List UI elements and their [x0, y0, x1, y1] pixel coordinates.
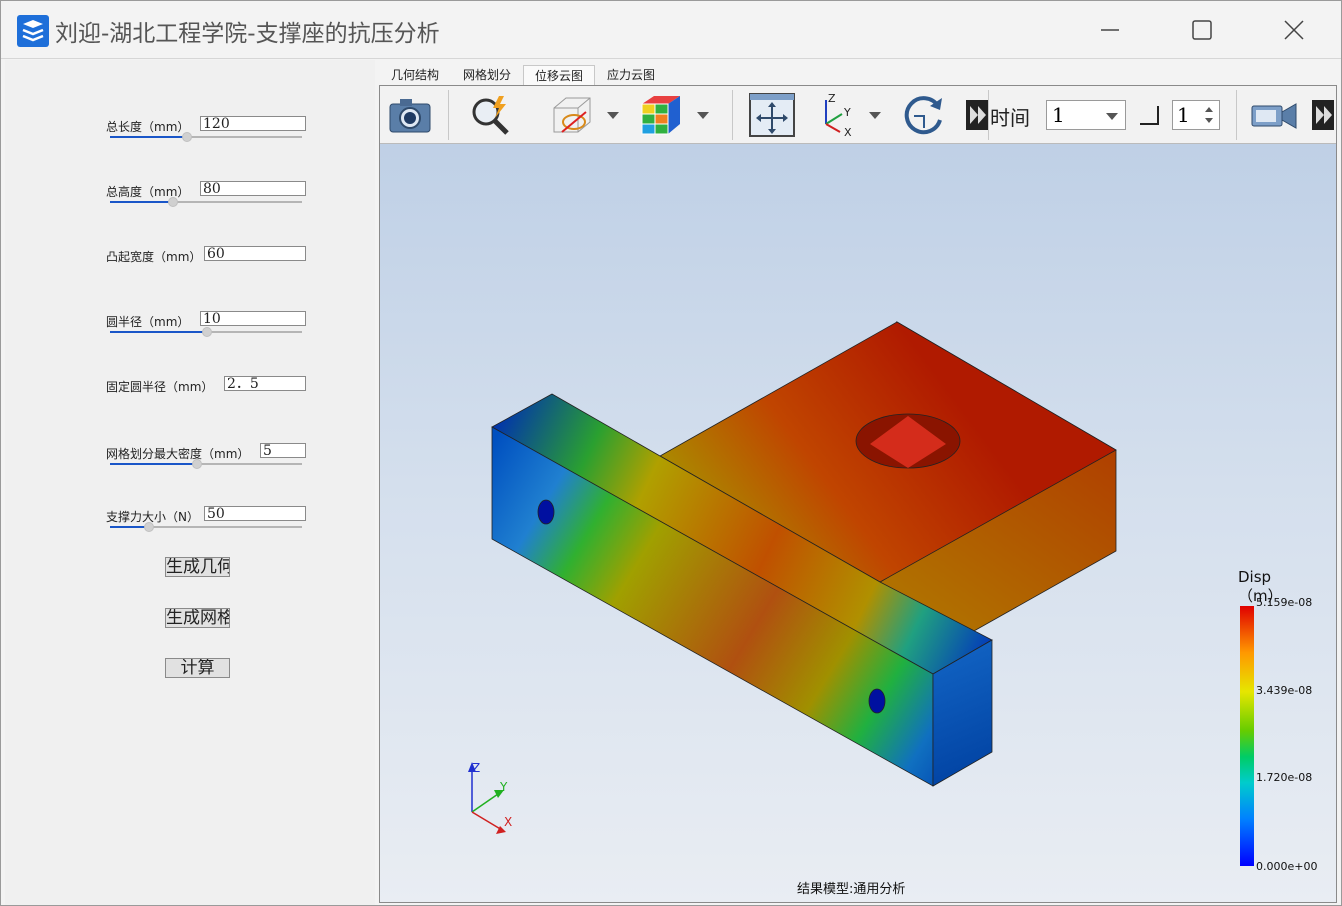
param-support-force: 支撑力大小（N） 50	[5, 506, 375, 548]
color-cube-icon[interactable]	[636, 92, 684, 138]
axis-triad: Z Y X	[468, 761, 512, 834]
camera-icon[interactable]	[386, 92, 434, 138]
svg-text:Y: Y	[843, 106, 851, 119]
param-total-height: 总高度（mm） 80	[5, 181, 375, 223]
legend-colorbar	[1240, 606, 1254, 866]
legend-title: Disp	[1238, 568, 1272, 586]
minimize-button[interactable]	[1087, 9, 1133, 51]
toolbar-separator	[448, 90, 449, 140]
fixed-hole-left	[537, 499, 555, 525]
legend-value: 3.439e-08	[1256, 684, 1313, 697]
app-logo-icon	[17, 15, 49, 47]
generate-geometry-button[interactable]: 生成几何	[165, 557, 230, 577]
fixed-circle-radius-input[interactable]: 2．5	[224, 376, 306, 391]
boss-width-input[interactable]: 60	[204, 246, 306, 261]
param-label: 固定圆半径（mm）	[106, 380, 214, 394]
legend-value: 1.720e-08	[1256, 771, 1313, 784]
generate-mesh-button[interactable]: 生成网格	[165, 608, 230, 628]
param-mesh-density: 网格划分最大密度（mm） 5	[5, 443, 375, 485]
time-select-value: 1	[1052, 103, 1065, 127]
param-label: 圆半径（mm）	[106, 315, 190, 329]
param-fixed-circle-radius: 固定圆半径（mm） 2．5	[5, 376, 375, 418]
circle-radius-slider[interactable]	[110, 327, 302, 337]
x-axis-label: X	[504, 815, 512, 829]
fit-view-icon[interactable]	[748, 92, 796, 138]
title-bar[interactable]: 刘迎-湖北工程学院-支撑座的抗压分析	[1, 1, 1341, 59]
step-value: 1	[1177, 103, 1190, 127]
y-axis-label: Y	[499, 780, 508, 794]
parameter-panel: 总长度（mm） 120 总高度（mm） 80 凸起宽度（mm） 60 圆半径（m…	[5, 60, 375, 905]
svg-text:X: X	[844, 126, 852, 138]
total-height-slider[interactable]	[110, 197, 302, 207]
step-icon	[1140, 106, 1159, 125]
close-button[interactable]	[1271, 9, 1317, 51]
toolbar-separator	[1236, 90, 1237, 140]
toolbar-separator	[988, 90, 989, 140]
chevron-down-icon	[1106, 113, 1118, 120]
param-label: 网格划分最大密度（mm）	[106, 447, 250, 461]
slider-thumb[interactable]	[168, 197, 178, 207]
chevron-down-icon[interactable]	[696, 110, 710, 120]
mesh-density-input[interactable]: 5	[260, 443, 306, 458]
window-title: 刘迎-湖北工程学院-支撑座的抗压分析	[55, 21, 440, 47]
param-boss-width: 凸起宽度（mm） 60	[5, 246, 375, 288]
slider-thumb[interactable]	[202, 327, 212, 337]
chevron-down-icon[interactable]	[606, 110, 620, 120]
total-length-slider[interactable]	[110, 132, 302, 142]
axes-icon[interactable]: ZYX	[814, 92, 862, 139]
slider-thumb[interactable]	[192, 459, 202, 469]
param-circle-radius: 圆半径（mm） 10	[5, 311, 375, 353]
toolbar-overflow-icon[interactable]	[966, 100, 988, 130]
tab-mesh[interactable]: 网格划分	[451, 65, 523, 85]
time-label: 时间	[990, 106, 1030, 130]
rotate-icon[interactable]	[900, 92, 948, 138]
3d-viewport[interactable]: Z Y X Disp （m） 5.159e-08 3.439e-08 1.720…	[380, 144, 1336, 902]
param-label: 凸起宽度（mm）	[106, 250, 202, 264]
displacement-model: Z Y X	[468, 320, 1117, 834]
result-caption: 结果模型:通用分析	[797, 882, 906, 897]
circle-radius-input[interactable]: 10	[200, 311, 306, 326]
param-label: 总长度（mm）	[106, 120, 190, 134]
y-axis	[471, 793, 499, 813]
slider-thumb[interactable]	[182, 132, 192, 142]
chevron-down-icon[interactable]	[868, 110, 882, 120]
fixed-hole-right	[868, 688, 886, 714]
slider-thumb[interactable]	[144, 522, 154, 532]
support-force-slider[interactable]	[110, 522, 302, 532]
tab-displacement[interactable]: 位移云图	[523, 65, 595, 85]
legend-value-min: 0.000e+00	[1256, 860, 1318, 873]
x-axis	[471, 811, 503, 831]
toolbar-overflow-icon[interactable]	[1312, 100, 1334, 130]
maximize-button[interactable]	[1179, 9, 1225, 51]
step-spinbox[interactable]: 1	[1172, 100, 1220, 130]
app-window: 刘迎-湖北工程学院-支撑座的抗压分析 总长度（mm） 120 总高度（mm） 8…	[0, 0, 1342, 906]
compute-button[interactable]: 计算	[165, 658, 230, 678]
result-view: ZYX 时间 1 1 Z Y X Disp （m） 5.159e-08 3.43…	[379, 85, 1337, 903]
view-toolbar: ZYX 时间 1 1	[380, 86, 1336, 144]
svg-text:Z: Z	[828, 92, 836, 105]
tab-geometry[interactable]: 几何结构	[379, 65, 451, 85]
mesh-density-slider[interactable]	[110, 459, 302, 469]
z-axis-label: Z	[472, 761, 480, 775]
param-total-length: 总长度（mm） 120	[5, 116, 375, 158]
video-icon[interactable]	[1250, 92, 1298, 138]
total-height-input[interactable]: 80	[200, 181, 306, 196]
view-box-icon[interactable]	[546, 92, 594, 138]
support-force-input[interactable]: 50	[204, 506, 306, 521]
toolbar-separator	[732, 90, 733, 140]
param-label: 总高度（mm）	[106, 185, 190, 199]
legend-value-max: 5.159e-08	[1256, 596, 1313, 609]
time-select[interactable]: 1	[1046, 100, 1126, 130]
tab-stress[interactable]: 应力云图	[595, 65, 667, 85]
total-length-input[interactable]: 120	[200, 116, 306, 131]
spin-arrows-icon[interactable]	[1204, 105, 1214, 125]
zoom-icon[interactable]	[466, 92, 514, 138]
